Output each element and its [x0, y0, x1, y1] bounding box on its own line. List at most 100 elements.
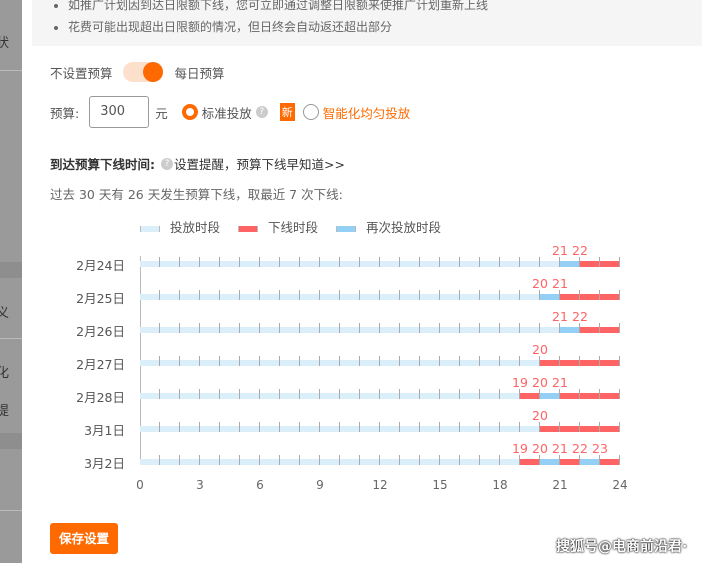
hour-tick: [519, 422, 520, 432]
notice-item: 如推广计划因到达日限额下线，您可立即通过调整日限额来使推广计划重新上线: [68, 0, 702, 16]
offline-hour-label: 21: [552, 276, 568, 291]
hour-tick: [599, 323, 600, 333]
save-settings-button[interactable]: 保存设置: [50, 523, 118, 554]
hour-tick: [459, 290, 460, 300]
hour-tick: [299, 356, 300, 366]
hour-tick: [379, 389, 380, 399]
y-tick-label: 2月27日: [76, 357, 125, 372]
hour-tick: [559, 422, 560, 432]
hour-tick: [259, 389, 260, 399]
segment-redelivering: [560, 327, 580, 333]
smart-delivery-label[interactable]: 智能化均匀投放: [323, 103, 411, 122]
hour-tick: [599, 455, 600, 465]
hour-tick: [179, 257, 180, 267]
hour-tick: [439, 422, 440, 432]
hour-tick: [619, 356, 620, 366]
hour-tick: [419, 389, 420, 399]
hour-tick: [339, 323, 340, 333]
reminder-link[interactable]: 设置提醒，预算下线早知道>>: [174, 154, 345, 173]
segment-delivering: [140, 360, 540, 366]
segment-redelivering: [560, 261, 580, 267]
hour-tick: [479, 356, 480, 366]
hour-tick: [619, 389, 620, 399]
hour-tick: [619, 422, 620, 432]
hour-tick: [299, 290, 300, 300]
hour-tick: [319, 290, 320, 300]
hour-tick: [459, 323, 460, 333]
hour-tick: [359, 323, 360, 333]
hour-tick: [439, 257, 440, 267]
segment-offline: [580, 327, 620, 333]
hour-tick: [499, 290, 500, 300]
hour-tick: [359, 290, 360, 300]
hour-tick: [179, 356, 180, 366]
hour-tick: [179, 389, 180, 399]
y-tick-label: 3月1日: [84, 423, 125, 438]
segment-offline: [560, 393, 620, 399]
hour-tick: [159, 455, 160, 465]
segment-offline: [600, 459, 620, 465]
x-tick-label: 15: [432, 478, 448, 492]
budget-unit: 元: [155, 105, 168, 121]
budget-toggle-row: 不设置预算 每日预算: [50, 62, 225, 82]
hour-tick: [199, 389, 200, 399]
hour-tick: [319, 389, 320, 399]
hour-tick: [519, 257, 520, 267]
hour-tick: [459, 257, 460, 267]
hour-tick: [239, 422, 240, 432]
hour-tick: [479, 290, 480, 300]
bg-text: 义: [0, 306, 10, 321]
hour-tick: [599, 356, 600, 366]
bg-text: 状: [0, 36, 10, 51]
hour-tick: [299, 455, 300, 465]
budget-toggle[interactable]: [122, 62, 163, 82]
help-icon[interactable]: ?: [255, 106, 268, 118]
hour-tick: [279, 422, 280, 432]
notice-box: 如推广计划因到达日限额下线，您可立即通过调整日限额来使推广计划重新上线 花费可能…: [32, 0, 702, 46]
standard-delivery-radio[interactable]: [181, 104, 198, 120]
standard-delivery-label[interactable]: 标准投放: [202, 103, 252, 122]
hour-tick: [579, 257, 580, 267]
hour-tick: [379, 455, 380, 465]
offline-summary: 过去 30 天有 26 天发生预算下线，取最近 7 次下线:: [50, 187, 343, 202]
hour-tick: [579, 389, 580, 399]
hour-tick: [259, 455, 260, 465]
new-badge: 新: [279, 103, 295, 121]
hour-tick: [419, 356, 420, 366]
y-tick-label: 2月26日: [76, 324, 125, 339]
help-icon: ?: [161, 157, 173, 170]
hour-tick: [279, 356, 280, 366]
hour-tick: [479, 455, 480, 465]
segment-delivering: [140, 426, 540, 432]
hour-tick: [399, 389, 400, 399]
x-tick-label: 9: [316, 478, 324, 492]
hour-tick: [259, 422, 260, 432]
hour-tick: [419, 455, 420, 465]
hour-tick: [179, 290, 180, 300]
hour-tick: [159, 422, 160, 432]
hour-tick: [399, 422, 400, 432]
hour-tick: [499, 389, 500, 399]
hour-tick: [359, 455, 360, 465]
hour-tick: [519, 455, 520, 465]
hour-tick: [239, 356, 240, 366]
hour-tick: [579, 323, 580, 333]
budget-input[interactable]: 300: [89, 96, 150, 128]
hour-tick: [499, 257, 500, 267]
segment-delivering: [140, 393, 520, 399]
x-tick-label: 12: [372, 478, 388, 492]
hour-tick: [579, 422, 580, 432]
hour-tick: [559, 290, 560, 300]
hour-tick: [399, 257, 400, 267]
segment-offline: [520, 393, 540, 399]
hour-tick: [199, 422, 200, 432]
segment-offline: [560, 459, 580, 465]
hour-tick: [339, 257, 340, 267]
smart-delivery-radio[interactable]: [302, 104, 319, 120]
hour-tick: [539, 389, 540, 399]
toggle-off-label: 不设置预算: [50, 65, 113, 81]
hour-tick: [359, 356, 360, 366]
hour-tick: [159, 356, 160, 366]
hour-tick: [339, 455, 340, 465]
offline-title-row: 到达预算下线时间: ? 设置提醒，预算下线早知道>>: [50, 154, 345, 173]
